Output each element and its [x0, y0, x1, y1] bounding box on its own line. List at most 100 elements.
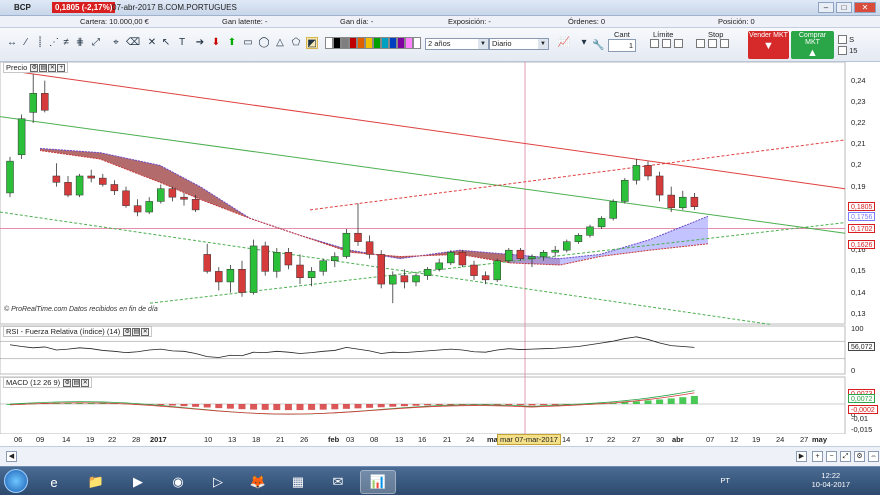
fibonacci-icon[interactable]: ⋕ [74, 37, 86, 49]
chrome-icon[interactable]: ◉ [160, 470, 196, 494]
color-swatch[interactable] [373, 37, 381, 49]
channel-selected-icon[interactable]: ◩ [306, 37, 318, 49]
color-swatch[interactable] [405, 37, 413, 49]
chart-area[interactable]: Precio ⚙ ▤ ✕ + © ProRealTime.com Datos reci… [0, 62, 880, 446]
exposure: Exposición: - [448, 17, 491, 26]
stop-checkbox-2[interactable] [708, 39, 717, 48]
close-icon[interactable]: ✕ [48, 64, 57, 73]
pointer-icon[interactable]: ↖ [160, 37, 172, 49]
ellipse-icon[interactable]: ◯ [258, 37, 270, 49]
zoom-icon[interactable]: ⌖ [110, 37, 122, 49]
close-icon[interactable]: ✕ [141, 328, 150, 337]
color-swatch[interactable] [325, 37, 333, 49]
prorealtime-icon[interactable]: 📊 [360, 470, 396, 494]
channel-icon[interactable]: ≠ [60, 37, 72, 49]
color-swatch[interactable] [333, 37, 341, 49]
configure-icon[interactable]: ▤ [39, 64, 48, 73]
arrow-down-icon[interactable]: ⬇ [210, 37, 222, 49]
media-icon[interactable]: ▷ [200, 470, 236, 494]
window-title: 07-abr-2017 B.COM.PORTUGUES [112, 3, 237, 12]
zoom-out-icon[interactable]: − [826, 451, 837, 462]
language-indicator[interactable]: PT [720, 476, 730, 485]
wrench-icon[interactable]: ⚙ [63, 379, 72, 388]
macd-histogram-bar [250, 404, 258, 410]
clock[interactable]: 12:22 10-04-2017 [812, 471, 850, 489]
configure-icon[interactable]: ▤ [72, 379, 81, 388]
zoom-in-icon[interactable]: + [812, 451, 823, 462]
wrench-icon[interactable]: 🔧 [592, 40, 604, 52]
media-player-icon[interactable]: ▶ [120, 470, 156, 494]
firefox-icon[interactable]: 🦊 [240, 470, 276, 494]
price-axis-label: 0,24 [851, 75, 866, 85]
ie-icon[interactable]: e [36, 470, 72, 494]
macd-histogram-bar [308, 404, 316, 410]
rectangle-icon[interactable]: ▭ [242, 37, 254, 49]
s-checkbox-2[interactable] [838, 46, 847, 55]
color-swatch[interactable] [341, 37, 349, 49]
expand-icon[interactable]: ⇔ [868, 451, 879, 462]
candle-body [609, 201, 617, 219]
wrench-icon[interactable]: ⚙ [123, 328, 132, 337]
price-axis-label: 0,21 [851, 139, 866, 149]
x-axis-label: 17 [585, 435, 594, 444]
configure-icon[interactable]: ▤ [132, 328, 141, 337]
triangle-icon[interactable]: △ [274, 37, 286, 49]
cursor-icon[interactable]: ↔ [6, 37, 18, 49]
interval-dropdown[interactable]: Diario ▼ [489, 38, 549, 50]
measure-icon[interactable]: ⤢ [90, 37, 102, 49]
buy-market-button[interactable]: Comprar MKT ▲ [791, 31, 834, 59]
x-axis-label: 24 [466, 435, 475, 444]
settings-icon[interactable]: ⚙ [854, 451, 865, 462]
price-chart-svg[interactable] [0, 62, 880, 434]
orders-count[interactable]: Órdenes: 0 [568, 17, 605, 26]
stop-checkbox[interactable] [696, 39, 705, 48]
limit-checkbox[interactable] [650, 39, 659, 48]
close-button[interactable]: ✕ [854, 2, 876, 13]
add-icon[interactable]: + [57, 64, 66, 73]
fit-icon[interactable]: ⤢ [840, 451, 851, 462]
eraser-icon[interactable]: ⌫ [126, 37, 140, 49]
rsi-axis-label: 0 [851, 366, 856, 375]
polygon-icon[interactable]: ⬠ [290, 37, 302, 49]
sell-market-button[interactable]: Vender MKT ▼ [748, 31, 789, 59]
price-axis-label: 0,13 [851, 308, 866, 318]
limit-checkbox-3[interactable] [674, 39, 683, 48]
color-swatch[interactable] [397, 37, 405, 49]
candle-body [400, 275, 409, 283]
trendline-icon[interactable]: ∕ [20, 37, 32, 49]
scroll-left-icon[interactable]: ◀ [6, 451, 17, 462]
wrench-icon[interactable]: ⚙ [30, 64, 39, 73]
candle-body [52, 175, 61, 183]
minimize-button[interactable]: – [818, 2, 834, 13]
candle-body [679, 196, 687, 209]
limit-checkbox-2[interactable] [662, 39, 671, 48]
color-swatch[interactable] [365, 37, 373, 49]
explorer-icon[interactable]: 📁 [78, 470, 114, 494]
price-axis-label: 0,22 [851, 117, 866, 127]
color-swatch[interactable] [349, 37, 357, 49]
x-axis-label: 14 [62, 435, 71, 444]
period-dropdown[interactable]: 2 años ▼ [425, 38, 489, 50]
calculator-icon[interactable]: ▦ [280, 470, 316, 494]
color-swatch[interactable] [413, 37, 421, 49]
vertical-line-icon[interactable]: ⸽ [34, 37, 46, 49]
position-count[interactable]: Posición: 0 [718, 17, 755, 26]
color-swatch[interactable] [381, 37, 389, 49]
start-button[interactable] [4, 469, 28, 493]
close-icon[interactable]: ✕ [81, 379, 90, 388]
arrow-right-icon[interactable]: ➔ [194, 37, 206, 49]
scroll-right-icon[interactable]: ▶ [796, 451, 807, 462]
chart-type-icon[interactable]: 📈 [552, 37, 576, 49]
fan-icon[interactable]: ⋰ [48, 37, 60, 49]
quantity-input[interactable]: 1 [608, 39, 636, 52]
s-checkbox[interactable] [838, 35, 847, 44]
color-swatch[interactable] [357, 37, 365, 49]
arrow-up-icon[interactable]: ⬆ [226, 37, 238, 49]
chevron-down-icon[interactable]: ▾ [578, 37, 590, 49]
color-swatch[interactable] [389, 37, 397, 49]
text-icon[interactable]: T [176, 37, 188, 49]
outlook-icon[interactable]: ✉ [320, 470, 356, 494]
maximize-button[interactable]: □ [836, 2, 852, 13]
stop-checkbox-3[interactable] [720, 39, 729, 48]
crossline-icon[interactable]: ✕ [146, 37, 158, 49]
